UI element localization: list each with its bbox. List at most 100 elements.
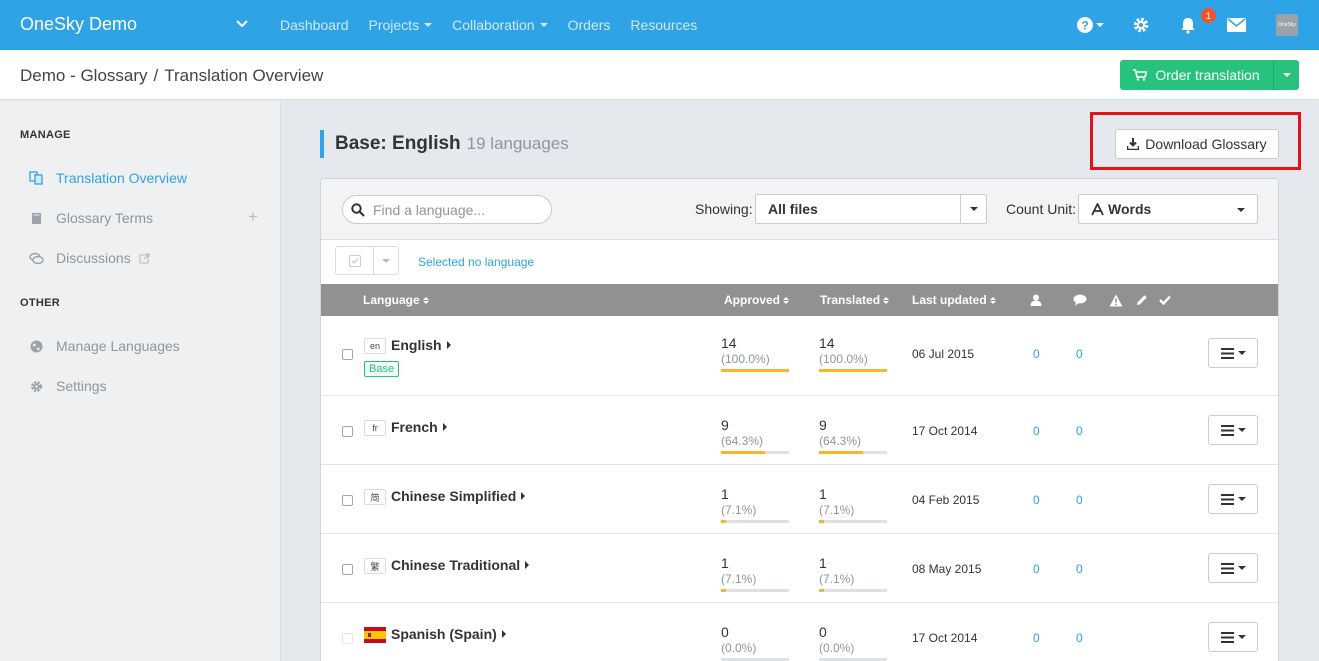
sidebar-item-label: Settings: [56, 378, 107, 394]
sidebar-item-glossary-terms[interactable]: Glossary Terms: [28, 207, 268, 229]
column-last-updated[interactable]: Last updated: [912, 293, 996, 307]
add-term-icon[interactable]: +: [248, 207, 258, 227]
language-count: 19 languages: [466, 134, 569, 153]
row-checkbox[interactable]: [342, 495, 353, 506]
file-filter-select[interactable]: All files: [755, 194, 987, 224]
pencil-icon: [1134, 292, 1150, 308]
approved-count: 1: [721, 486, 729, 502]
translated-count: 14: [819, 335, 835, 351]
breadcrumb-project[interactable]: Demo - Glossary: [20, 66, 148, 86]
row-actions-button[interactable]: [1208, 415, 1258, 445]
help-caret-icon[interactable]: [1094, 12, 1106, 38]
column-translated[interactable]: Translated: [820, 293, 890, 307]
translated-count: 1: [819, 555, 827, 571]
avatar[interactable]: OneSky: [1276, 14, 1298, 36]
translated-stat: 1 (7.1%): [819, 486, 889, 523]
column-language[interactable]: Language: [363, 293, 429, 307]
last-updated-date: 08 May 2015: [912, 562, 982, 576]
envelope-icon[interactable]: [1223, 12, 1249, 38]
nav-collaboration[interactable]: Collaboration: [452, 17, 548, 33]
approved-stat: 9 (64.3%): [721, 417, 791, 454]
bulk-select-dropdown[interactable]: [374, 247, 398, 274]
approved-progress-bar: [721, 451, 789, 454]
chat-icon: [28, 250, 44, 266]
language-search[interactable]: [342, 195, 552, 224]
translated-progress-bar: [819, 369, 887, 372]
order-translation-dropdown[interactable]: [1273, 60, 1299, 90]
table-row: fr French 9 (64.3%) 9 (64.3%) 17 Oct 2014 0 0: [321, 396, 1278, 465]
comment-count[interactable]: 0: [1076, 493, 1083, 507]
translated-progress-bar: [819, 451, 887, 454]
select-all-checkbox[interactable]: [336, 247, 374, 274]
comment-count[interactable]: 0: [1076, 631, 1083, 645]
translated-progress-bar: [819, 589, 887, 592]
sidebar-item-manage-languages[interactable]: Manage Languages: [28, 335, 268, 357]
language-name[interactable]: Chinese Simplified: [391, 488, 526, 504]
notification-badge: 1: [1201, 8, 1216, 23]
comment-count[interactable]: 0: [1076, 424, 1083, 438]
nav-orders[interactable]: Orders: [568, 17, 611, 33]
translated-count: 1: [819, 486, 827, 502]
filter-bar: Showing: All files Count Unit: Words: [321, 179, 1278, 240]
book-icon: [28, 210, 44, 226]
search-input[interactable]: [373, 201, 533, 218]
gear-icon[interactable]: [1128, 12, 1154, 38]
translator-count[interactable]: 0: [1033, 424, 1040, 438]
translator-count[interactable]: 0: [1033, 562, 1040, 576]
row-actions-button[interactable]: [1208, 622, 1258, 652]
download-glossary-label: Download Glossary: [1145, 136, 1267, 152]
language-code-badge: 繁: [364, 558, 386, 574]
caret-down-icon: [1237, 497, 1246, 501]
menu-icon: [1220, 347, 1234, 359]
approved-progress-bar: [721, 520, 789, 523]
download-glossary-button[interactable]: Download Glossary: [1115, 129, 1279, 159]
language-name[interactable]: Chinese Traditional: [391, 557, 530, 573]
nav-resources[interactable]: Resources: [630, 17, 697, 33]
translator-count[interactable]: 0: [1033, 631, 1040, 645]
sort-icon: [783, 296, 790, 304]
nav-dashboard[interactable]: Dashboard: [280, 17, 349, 33]
spain-flag-icon: [364, 627, 386, 643]
count-unit-select[interactable]: Words: [1078, 194, 1258, 224]
row-checkbox[interactable]: [342, 349, 353, 360]
row-actions-button[interactable]: [1208, 338, 1258, 368]
sidebar-item-translation-overview[interactable]: Translation Overview: [28, 167, 268, 189]
file-filter-dropdown[interactable]: [960, 195, 986, 223]
comment-count[interactable]: 0: [1076, 347, 1083, 361]
language-name[interactable]: Spanish (Spain): [391, 626, 506, 642]
row-checkbox[interactable]: [342, 426, 353, 437]
row-actions-button[interactable]: [1208, 553, 1258, 583]
menu-icon: [1220, 424, 1234, 436]
translator-count[interactable]: 0: [1033, 347, 1040, 361]
language-name[interactable]: English: [391, 337, 451, 353]
approved-stat: 0 (0.0%): [721, 624, 791, 661]
translated-stat: 14 (100.0%): [819, 335, 889, 372]
comment-count[interactable]: 0: [1076, 562, 1083, 576]
caret-right-icon: [501, 630, 506, 638]
approved-count: 14: [721, 335, 737, 351]
brand-name[interactable]: OneSky Demo: [20, 14, 137, 35]
sidebar-item-settings[interactable]: Settings: [28, 375, 268, 397]
warning-icon: [1108, 292, 1124, 308]
order-translation-button[interactable]: Order translation: [1120, 60, 1299, 90]
approved-percent: (64.3%): [721, 434, 764, 448]
caret-down-icon: [1237, 566, 1246, 570]
row-checkbox[interactable]: [342, 633, 353, 644]
row-checkbox[interactable]: [342, 564, 353, 575]
sidebar-item-discussions[interactable]: Discussions: [28, 247, 268, 269]
project-switcher-chevron-icon[interactable]: [235, 16, 253, 34]
translator-count[interactable]: 0: [1033, 493, 1040, 507]
showing-label: Showing:: [695, 201, 753, 217]
approved-progress-bar: [721, 589, 789, 592]
language-code-badge: fr: [364, 420, 386, 436]
bell-icon[interactable]: [1175, 12, 1201, 38]
nav-projects[interactable]: Projects: [369, 17, 433, 33]
external-link-icon: [139, 253, 150, 263]
column-approved[interactable]: Approved: [724, 293, 790, 307]
approved-percent: (0.0%): [721, 641, 757, 655]
caret-down-icon: [424, 23, 433, 27]
approved-percent: (7.1%): [721, 572, 757, 586]
row-actions-button[interactable]: [1208, 484, 1258, 514]
language-name[interactable]: French: [391, 419, 447, 435]
bulk-select-button[interactable]: [335, 246, 399, 275]
